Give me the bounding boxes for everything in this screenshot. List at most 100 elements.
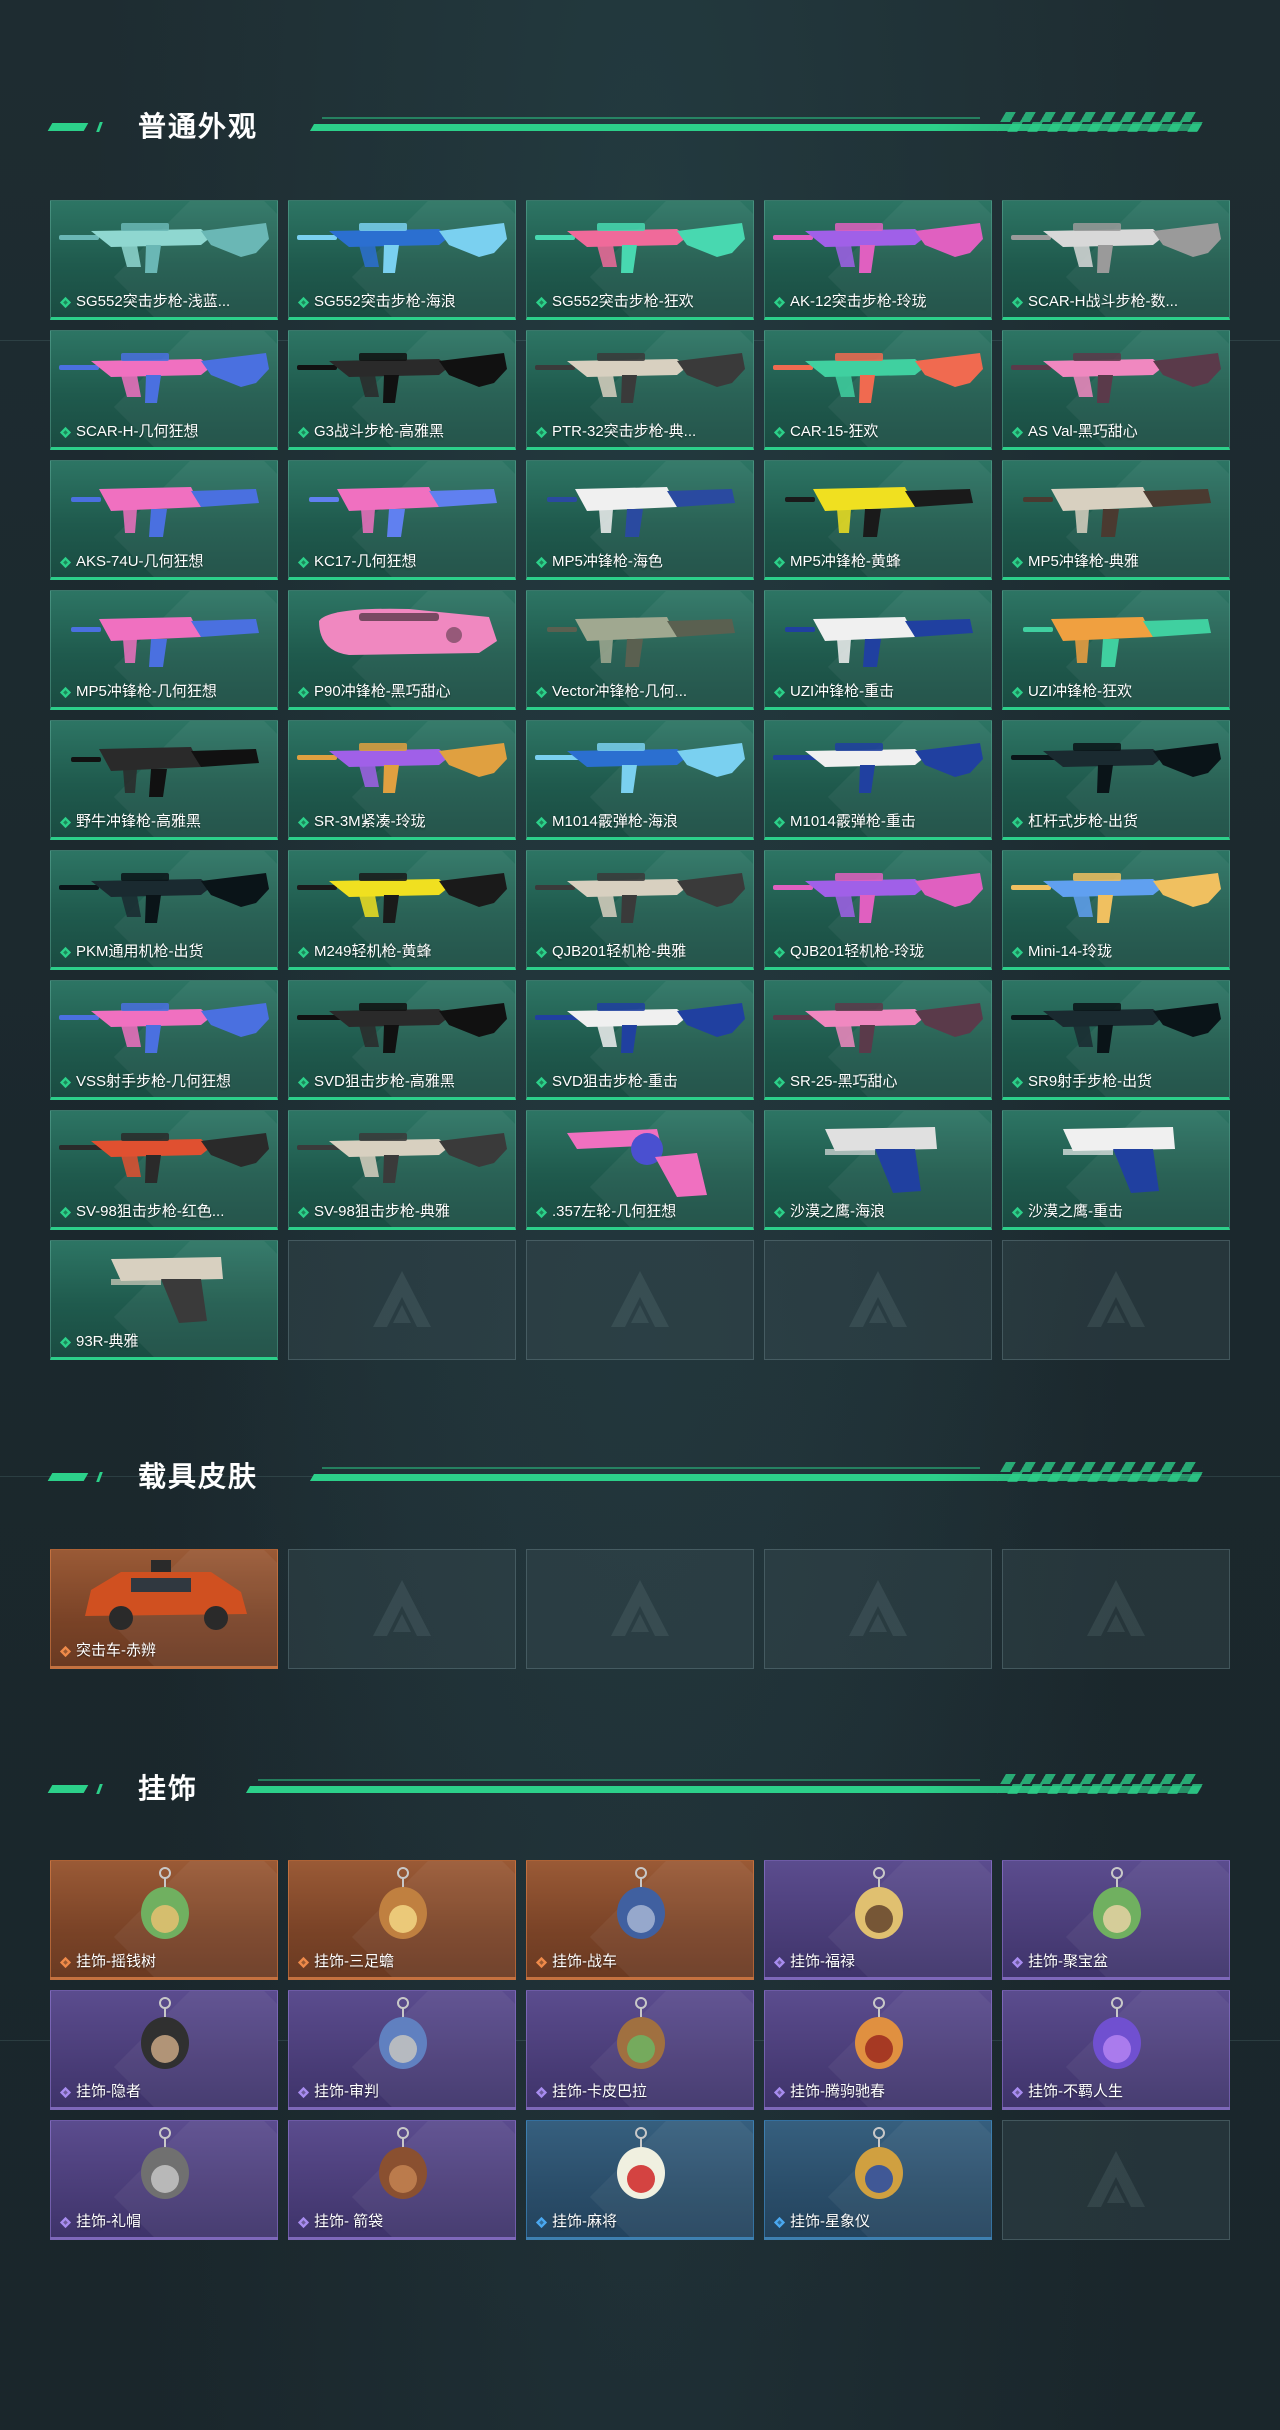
item-card[interactable]: CAR-15-狂欢 (764, 330, 992, 450)
empty-slot (526, 1549, 754, 1669)
item-card[interactable]: SR-25-黑巧甜心 (764, 980, 992, 1100)
item-card[interactable]: SR9射手步枪-出货 (1002, 980, 1230, 1100)
item-card[interactable]: SV-98狙击步枪-红色... (50, 1110, 278, 1230)
item-card[interactable]: 挂饰-麻将 (526, 2120, 754, 2240)
item-card[interactable]: MP5冲锋枪-典雅 (1002, 460, 1230, 580)
empty-slot (1002, 2120, 1230, 2240)
item-card[interactable]: 挂饰-不羁人生 (1002, 1990, 1230, 2110)
empty-slot (764, 1549, 992, 1669)
item-card[interactable]: PKM通用机枪-出货 (50, 850, 278, 970)
item-label: CAR-15-狂欢 (773, 423, 985, 441)
item-card[interactable]: SG552突击步枪-浅蓝... (50, 200, 278, 320)
diamond-icon (535, 1956, 548, 1968)
item-name: SCAR-H-几何狂想 (76, 423, 199, 440)
item-card[interactable]: Mini-14-玲珑 (1002, 850, 1230, 970)
item-card[interactable]: AKS-74U-几何狂想 (50, 460, 278, 580)
item-label: Mini-14-玲珑 (1011, 943, 1223, 961)
item-name: 挂饰-审判 (314, 2083, 379, 2100)
item-card[interactable]: M249轻机枪-黄蜂 (288, 850, 516, 970)
item-card[interactable]: P90冲锋枪-黑巧甜心 (288, 590, 516, 710)
item-label: 沙漠之鹰-海浪 (773, 1203, 985, 1221)
item-card[interactable]: UZI冲锋枪-狂欢 (1002, 590, 1230, 710)
item-name: 93R-典雅 (76, 1333, 139, 1350)
item-name: .357左轮-几何狂想 (552, 1203, 677, 1220)
item-card[interactable]: 挂饰- 箭袋 (288, 2120, 516, 2240)
item-card[interactable]: 挂饰-摇钱树 (50, 1860, 278, 1980)
item-card[interactable]: 挂饰-星象仪 (764, 2120, 992, 2240)
item-label: 挂饰-战车 (535, 1953, 747, 1971)
item-image (547, 617, 735, 667)
item-card[interactable]: SV-98狙击步枪-典雅 (288, 1110, 516, 1230)
empty-slot (764, 1240, 992, 1360)
item-card[interactable]: MP5冲锋枪-几何狂想 (50, 590, 278, 710)
item-card[interactable]: 挂饰-腾驹驰春 (764, 1990, 992, 2110)
item-card[interactable]: 挂饰-审判 (288, 1990, 516, 2110)
diamond-icon (297, 426, 310, 438)
item-image (379, 1867, 427, 1939)
item-card[interactable]: MP5冲锋枪-黄蜂 (764, 460, 992, 580)
item-card[interactable]: AK-12突击步枪-玲珑 (764, 200, 992, 320)
item-card[interactable]: KC17-几何狂想 (288, 460, 516, 580)
item-label: 挂饰-摇钱树 (59, 1953, 271, 1971)
item-image (379, 1997, 427, 2069)
item-label: MP5冲锋枪-海色 (535, 553, 747, 571)
item-card[interactable]: 沙漠之鹰-海浪 (764, 1110, 992, 1230)
diamond-icon (773, 426, 786, 438)
empty-slot (288, 1240, 516, 1360)
item-image (535, 873, 745, 923)
item-card[interactable]: 挂饰-礼帽 (50, 2120, 278, 2240)
logo-placeholder-icon (373, 1580, 431, 1636)
item-label: KC17-几何狂想 (297, 553, 509, 571)
item-card[interactable]: 杠杆式步枪-出货 (1002, 720, 1230, 840)
item-image (71, 747, 259, 797)
item-name: 挂饰-腾驹驰春 (790, 2083, 885, 2100)
item-card[interactable]: MP5冲锋枪-海色 (526, 460, 754, 580)
item-card[interactable]: SVD狙击步枪-重击 (526, 980, 754, 1100)
item-card[interactable]: SR-3M紧凑-玲珑 (288, 720, 516, 840)
item-card[interactable]: 挂饰-卡皮巴拉 (526, 1990, 754, 2110)
item-label: .357左轮-几何狂想 (535, 1203, 747, 1221)
item-label: 挂饰-聚宝盆 (1011, 1953, 1223, 1971)
item-card[interactable]: 挂饰-战车 (526, 1860, 754, 1980)
item-card[interactable]: QJB201轻机枪-玲珑 (764, 850, 992, 970)
item-card[interactable]: 挂饰-福禄 (764, 1860, 992, 1980)
diamond-icon (59, 946, 72, 958)
item-card[interactable]: Vector冲锋枪-几何... (526, 590, 754, 710)
item-card[interactable]: M1014霰弹枪-重击 (764, 720, 992, 840)
item-card[interactable]: 挂饰-隐者 (50, 1990, 278, 2110)
item-label: MP5冲锋枪-几何狂想 (59, 683, 271, 701)
item-card[interactable]: AS Val-黑巧甜心 (1002, 330, 1230, 450)
item-label: 突击车-赤辨 (59, 1642, 271, 1660)
item-card[interactable]: M1014霰弹枪-海浪 (526, 720, 754, 840)
item-card[interactable]: G3战斗步枪-高雅黑 (288, 330, 516, 450)
diamond-icon (535, 2216, 548, 2228)
item-card[interactable]: SG552突击步枪-海浪 (288, 200, 516, 320)
item-card[interactable]: 93R-典雅 (50, 1240, 278, 1360)
header-accent (47, 1473, 89, 1481)
item-card[interactable]: 挂饰-三足蟾 (288, 1860, 516, 1980)
item-grid: 挂饰-摇钱树 挂饰-三足蟾 挂饰-战车 挂饰-福禄 挂饰-聚宝盆 挂饰-隐者 挂饰-审判 挂饰… (50, 1860, 1230, 2240)
item-label: PTR-32突击步枪-典... (535, 423, 747, 441)
item-card[interactable]: 沙漠之鹰-重击 (1002, 1110, 1230, 1230)
item-image (309, 487, 497, 537)
item-card[interactable]: SVD狙击步枪-高雅黑 (288, 980, 516, 1100)
item-card[interactable]: 野牛冲锋枪-高雅黑 (50, 720, 278, 840)
item-card[interactable]: VSS射手步枪-几何狂想 (50, 980, 278, 1100)
section-title: 普通外观 (138, 111, 259, 142)
item-card[interactable]: SG552突击步枪-狂欢 (526, 200, 754, 320)
item-name: M1014霰弹枪-海浪 (552, 813, 678, 830)
item-card[interactable]: QJB201轻机枪-典雅 (526, 850, 754, 970)
empty-slot (1002, 1240, 1230, 1360)
item-card[interactable]: 挂饰-聚宝盆 (1002, 1860, 1230, 1980)
item-card[interactable]: UZI冲锋枪-重击 (764, 590, 992, 710)
header-accent (96, 122, 103, 132)
diamond-icon (1011, 816, 1024, 828)
item-card[interactable]: 突击车-赤辨 (50, 1549, 278, 1669)
item-image (855, 1997, 903, 2069)
item-card[interactable]: SCAR-H战斗步枪-数... (1002, 200, 1230, 320)
item-card[interactable]: .357左轮-几何狂想 (526, 1110, 754, 1230)
item-name: G3战斗步枪-高雅黑 (314, 423, 445, 440)
item-card[interactable]: SCAR-H-几何狂想 (50, 330, 278, 450)
item-card[interactable]: PTR-32突击步枪-典... (526, 330, 754, 450)
item-label: SR9射手步枪-出货 (1011, 1073, 1223, 1091)
